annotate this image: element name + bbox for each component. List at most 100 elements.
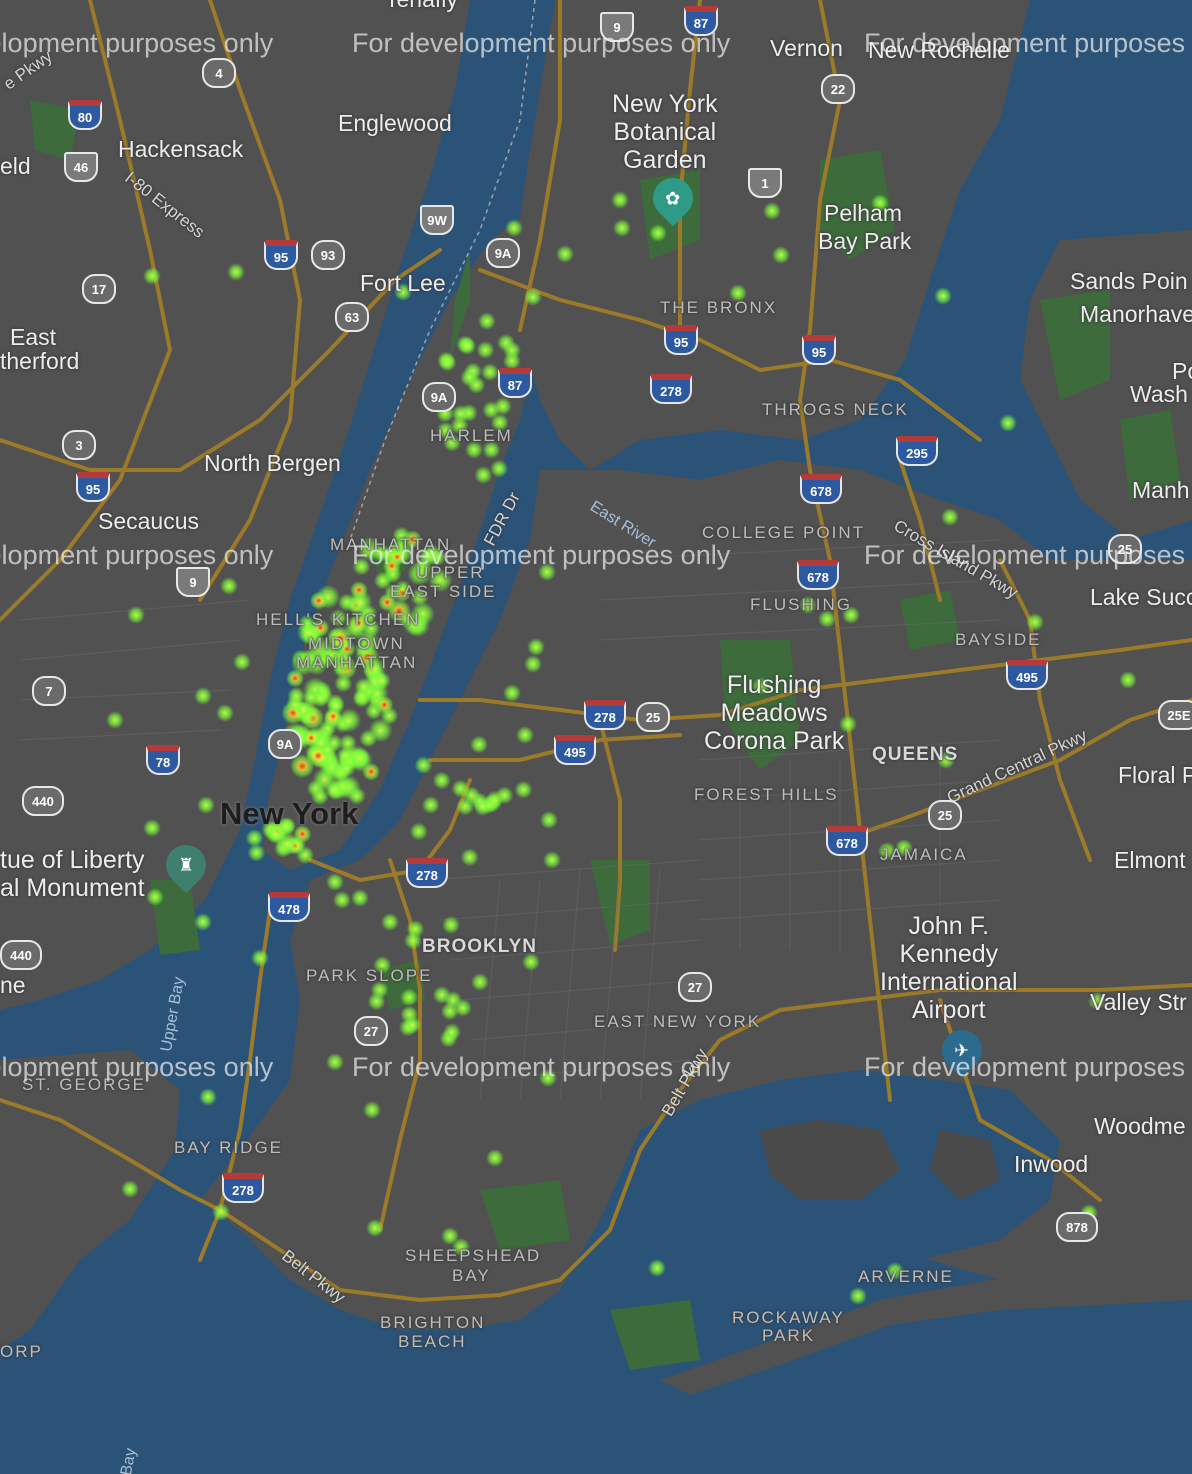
heatmap-point <box>382 556 401 575</box>
heatmap-point <box>414 756 433 775</box>
heatmap-point <box>399 988 418 1007</box>
heatmap-point <box>212 1203 230 1221</box>
heatmap-point <box>524 655 542 673</box>
heatmap-point <box>302 728 321 747</box>
heatmap-point <box>143 819 161 837</box>
heatmap-point <box>410 587 429 606</box>
heatmap-point <box>878 842 896 860</box>
heatmap-point <box>842 606 860 624</box>
heatmap-point <box>318 719 337 738</box>
heatmap-point <box>538 563 556 581</box>
heatmap-point <box>127 606 145 624</box>
heatmap-point <box>476 341 495 360</box>
heatmap-point <box>428 568 453 593</box>
heatmap-point <box>772 246 790 264</box>
heatmap-point <box>543 851 561 869</box>
heatmap-point <box>522 953 540 971</box>
heatmap-point <box>941 508 959 526</box>
heatmap-point <box>277 817 296 836</box>
heatmap-point <box>375 695 394 714</box>
heatmap-point <box>197 796 215 814</box>
heatmap-point <box>1080 1204 1098 1222</box>
heatmap-point <box>357 536 382 561</box>
heatmap-point <box>233 653 251 671</box>
heatmap-point <box>354 677 373 696</box>
heatmap-point <box>359 729 378 748</box>
heatmap-point <box>648 1259 666 1277</box>
heatmap-point <box>282 722 307 747</box>
heatmap-point <box>505 219 523 237</box>
heatmap-point <box>527 638 545 656</box>
heatmap-point <box>106 711 124 729</box>
heatmap-point <box>194 913 212 931</box>
heatmap-point <box>613 219 631 237</box>
heatmap-point <box>799 596 817 614</box>
heatmap-point <box>301 688 320 707</box>
heatmap-point <box>482 440 501 459</box>
heatmap-point <box>486 1149 504 1167</box>
heatmap-point <box>194 687 212 705</box>
heatmap-point <box>539 1069 557 1087</box>
heatmap-point <box>503 341 522 360</box>
heatmap-point <box>937 751 955 769</box>
heatmap-point <box>1119 671 1137 689</box>
heatmap-point <box>443 1023 462 1042</box>
heatmap-point <box>366 1219 384 1237</box>
heatmap-point <box>373 956 392 975</box>
heatmap-point <box>355 630 380 655</box>
heatmap-point <box>469 735 488 754</box>
heatmap-point <box>309 591 328 610</box>
heatmap-point <box>458 336 477 355</box>
map-canvas[interactable] <box>0 0 1192 1474</box>
heatmap-point <box>300 648 319 667</box>
heatmap-point <box>421 795 440 814</box>
heatmap-point <box>1088 992 1106 1010</box>
heatmap-point <box>818 610 836 628</box>
heatmap-point <box>326 873 344 891</box>
heatmap-point <box>397 609 416 628</box>
heatmap-point <box>516 726 534 744</box>
heatmap-point <box>438 353 457 372</box>
heatmap-point <box>121 1180 139 1198</box>
heatmap-point <box>403 530 422 549</box>
heatmap-point <box>331 657 350 676</box>
heatmap-point <box>443 433 462 452</box>
heatmap-point <box>514 780 533 799</box>
heatmap-point <box>493 397 512 416</box>
heatmap-point <box>895 839 913 857</box>
heatmap-point <box>540 811 558 829</box>
heatmap-point <box>245 829 264 848</box>
heatmap-point <box>146 888 164 906</box>
heatmap-point <box>477 312 496 331</box>
heatmap-point <box>432 771 451 790</box>
heatmap-point <box>460 848 479 867</box>
heatmap-point <box>444 991 462 1009</box>
heatmap-point <box>296 620 321 645</box>
heatmap-point <box>146 751 164 769</box>
heatmap-point <box>251 949 269 967</box>
heatmap-point <box>326 1053 344 1071</box>
heatmap-point <box>490 459 509 478</box>
heatmap-point <box>363 1101 381 1119</box>
heatmap-point <box>464 440 483 459</box>
heatmap-point <box>480 363 499 382</box>
heatmap-point <box>348 589 373 614</box>
heatmap-map[interactable]: Englewood Hackensack Fort Lee North Bergen S… <box>0 0 1192 1474</box>
heatmap-point <box>849 1287 867 1305</box>
heatmap-point <box>407 561 432 586</box>
heatmap-point <box>409 822 428 841</box>
heatmap-point <box>839 715 857 733</box>
heatmap-point <box>886 1262 904 1280</box>
heatmap-point <box>429 386 448 405</box>
heatmap-point <box>400 1005 419 1024</box>
heatmap-point <box>729 284 747 302</box>
heatmap-point <box>1026 613 1044 631</box>
heatmap-point <box>310 787 329 806</box>
heatmap-point <box>524 288 542 306</box>
heatmap-point <box>328 626 353 651</box>
heatmap-point <box>474 466 493 485</box>
heatmap-point <box>220 577 238 595</box>
heatmap-point <box>372 671 391 690</box>
heatmap-point <box>367 992 386 1011</box>
heatmap-point <box>436 404 455 423</box>
